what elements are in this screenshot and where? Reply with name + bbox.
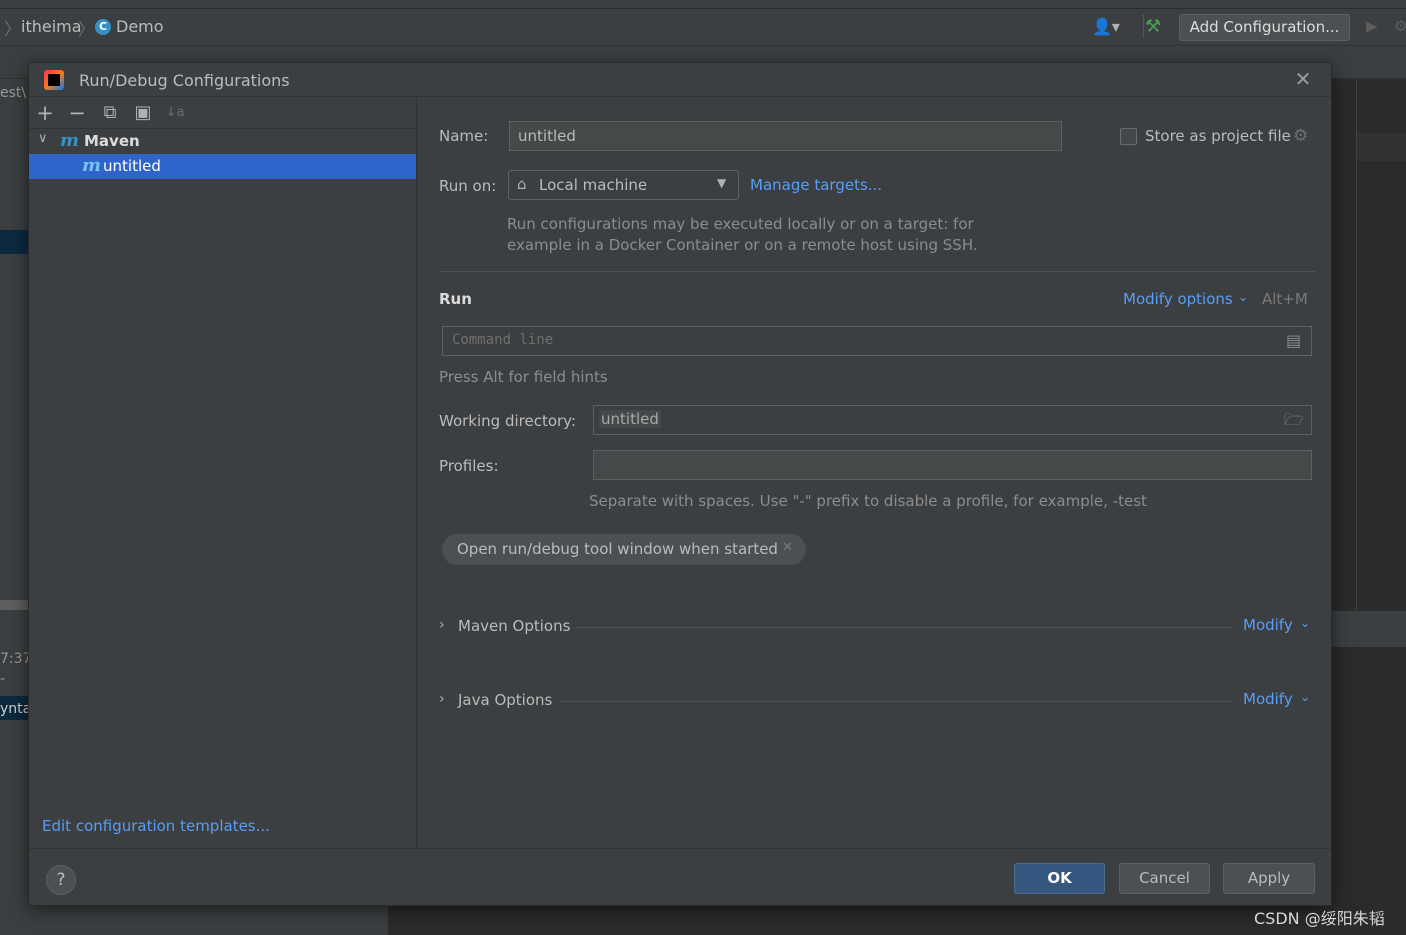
run-icon[interactable]: ▶ — [1366, 17, 1382, 37]
store-as-project-file-checkbox[interactable] — [1120, 128, 1137, 145]
open-tool-window-chip[interactable]: Open run/debug tool window when started … — [442, 534, 806, 565]
command-line-field[interactable]: Command line ▤ — [442, 326, 1312, 356]
field-hint: Press Alt for field hints — [439, 368, 608, 386]
ide-scrollbar[interactable] — [0, 600, 28, 610]
modify-options-shortcut: Alt+M — [1262, 290, 1308, 308]
ide-title-strip — [0, 0, 1406, 9]
new-folder-icon[interactable]: ▣ — [132, 102, 154, 124]
section-divider — [560, 701, 1232, 702]
manage-targets-link[interactable]: Manage targets... — [750, 176, 882, 194]
ide-bottom-strip — [1332, 611, 1406, 647]
run-on-value: Local machine — [539, 176, 648, 194]
left-edge-text: est\ — [0, 85, 27, 101]
chevron-down-icon: ▼ — [717, 176, 727, 190]
breadcrumb-separator: 〉 — [4, 20, 21, 40]
run-on-label: Run on: — [439, 177, 497, 195]
maven-options-title[interactable]: Maven Options — [458, 617, 570, 635]
edit-configuration-templates-link[interactable]: Edit configuration templates... — [42, 817, 270, 835]
intellij-app-icon — [44, 70, 64, 90]
watermark: CSDN @绥阳朱韬 — [1254, 909, 1385, 928]
add-icon[interactable]: + — [34, 102, 56, 124]
maven-icon: m — [82, 155, 102, 176]
gear-icon[interactable]: ⚙ — [1293, 126, 1308, 146]
profiles-field[interactable] — [593, 450, 1312, 480]
chevron-right-icon[interactable]: › — [439, 691, 445, 707]
toolbar-divider — [1143, 14, 1144, 38]
breadcrumb-item-class[interactable]: Demo — [116, 17, 164, 36]
expand-field-icon[interactable]: ▤ — [1286, 331, 1301, 350]
ide-left-panel — [0, 79, 28, 935]
home-icon: ⌂ — [517, 175, 527, 193]
profiles-hint: Separate with spaces. Use "-" prefix to … — [589, 492, 1147, 510]
tree-item-label: untitled — [103, 157, 161, 175]
chevron-down-icon[interactable]: ⌄ — [1300, 616, 1310, 630]
dialog-titlebar[interactable]: Run/Debug Configurations ✕ — [29, 63, 1331, 97]
tree-item-label: Maven — [84, 132, 140, 150]
breadcrumb-item-project[interactable]: itheima — [21, 17, 82, 36]
add-configuration-button[interactable]: Add Configuration... — [1179, 14, 1350, 41]
run-debug-configurations-dialog: Run/Debug Configurations ✕ + − ⧉ ▣ ↓a ∨ … — [28, 62, 1332, 906]
tree-toolbar: + − ⧉ ▣ ↓a — [29, 97, 416, 129]
working-directory-label: Working directory: — [439, 412, 577, 430]
sort-icon[interactable]: ↓a — [164, 102, 186, 124]
tree-item-untitled[interactable]: m untitled — [29, 154, 416, 179]
dialog-button-bar: ? OK Cancel Apply — [29, 848, 1331, 905]
debug-icon[interactable]: ⚙ — [1394, 17, 1406, 37]
copy-icon[interactable]: ⧉ — [99, 102, 121, 124]
ok-button[interactable]: OK — [1014, 863, 1105, 894]
breadcrumb-separator: 〉 — [78, 20, 95, 40]
profiles-label: Profiles: — [439, 457, 499, 475]
ide-tool-window — [1332, 647, 1406, 935]
tree-item-maven[interactable]: ∨ m Maven — [29, 129, 416, 154]
maven-options-modify-link[interactable]: Modify — [1243, 616, 1293, 634]
dialog-title: Run/Debug Configurations — [79, 71, 290, 90]
left-edge-text: 7:37 — [0, 651, 28, 667]
folder-icon[interactable]: 🗁 — [1284, 409, 1304, 436]
run-on-hint-line2: example in a Docker Container or on a re… — [507, 236, 978, 254]
configurations-tree-pane: + − ⧉ ▣ ↓a ∨ m Maven m untitled Edit con… — [29, 97, 417, 848]
run-section-title: Run — [439, 290, 472, 308]
section-divider — [439, 271, 1315, 272]
ide-left-selection — [0, 230, 28, 254]
chevron-down-icon[interactable]: ⌄ — [1300, 690, 1310, 704]
maven-icon: m — [60, 130, 80, 151]
configuration-form: Name: untitled Store as project file ⚙ R… — [418, 97, 1331, 848]
java-options-title[interactable]: Java Options — [458, 691, 552, 709]
command-line-placeholder: Command line — [452, 332, 554, 348]
chip-label: Open run/debug tool window when started — [457, 540, 778, 558]
name-field[interactable]: untitled — [509, 121, 1062, 151]
modify-options-link[interactable]: Modify options — [1123, 290, 1233, 308]
user-icon[interactable]: 👤▾ — [1092, 17, 1126, 37]
ide-editor-current-line — [1357, 133, 1406, 161]
close-icon[interactable]: ✕ — [782, 540, 793, 555]
chevron-down-icon[interactable]: ⌄ — [1238, 290, 1248, 304]
left-edge-text: - — [0, 671, 6, 687]
working-directory-field[interactable]: untitled 🗁 — [593, 405, 1312, 435]
apply-button[interactable]: Apply — [1223, 863, 1315, 894]
build-hammer-icon[interactable]: ⚒ — [1145, 16, 1165, 37]
help-button[interactable]: ? — [46, 865, 76, 895]
chevron-right-icon[interactable]: › — [439, 617, 445, 633]
store-as-project-file-label[interactable]: Store as project file — [1145, 127, 1291, 145]
java-options-modify-link[interactable]: Modify — [1243, 690, 1293, 708]
working-directory-value: untitled — [599, 410, 661, 428]
cancel-button[interactable]: Cancel — [1119, 863, 1210, 894]
run-on-dropdown[interactable]: ⌂ Local machine ▼ — [508, 170, 739, 200]
section-divider — [576, 627, 1232, 628]
run-on-hint-line1: Run configurations may be executed local… — [507, 215, 974, 233]
name-field-value: untitled — [518, 127, 576, 145]
remove-icon[interactable]: − — [66, 102, 88, 124]
ide-status-area — [0, 906, 388, 935]
close-icon[interactable]: ✕ — [1293, 68, 1313, 90]
name-label: Name: — [439, 127, 489, 145]
class-icon: C — [95, 19, 111, 35]
chevron-down-icon[interactable]: ∨ — [38, 131, 48, 146]
left-edge-text: ynta: — [0, 701, 28, 717]
